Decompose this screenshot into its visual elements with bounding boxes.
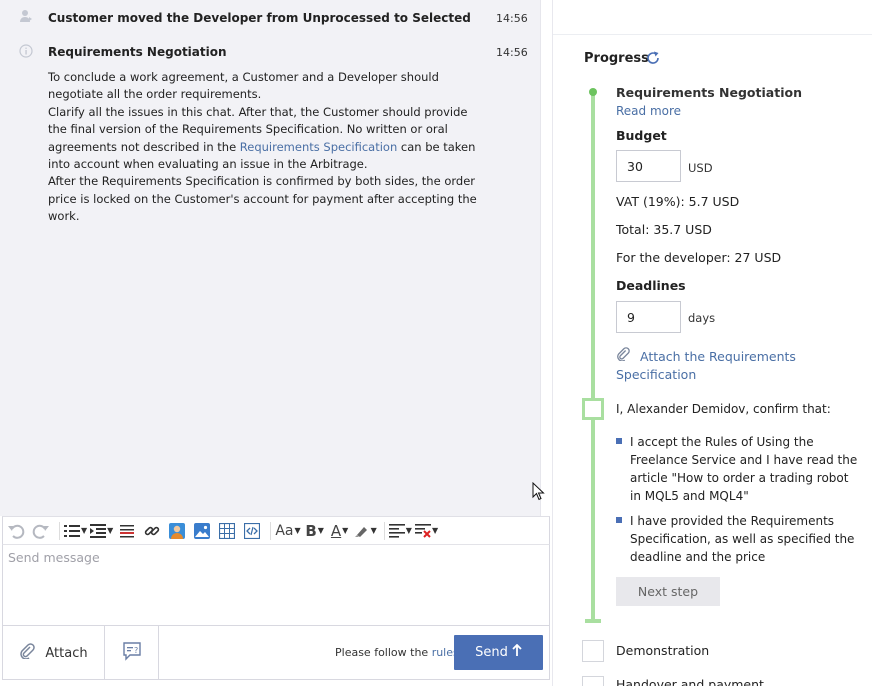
progress-track bbox=[591, 91, 595, 621]
confirm-item: I have provided the Requirements Specifi… bbox=[630, 514, 855, 564]
deadlines-input[interactable] bbox=[616, 301, 681, 333]
table-icon[interactable] bbox=[216, 520, 238, 542]
message-paragraph: After the Requirements Specification is … bbox=[48, 174, 477, 224]
bold-label: B bbox=[305, 521, 317, 540]
info-icon bbox=[18, 44, 34, 60]
cursor-icon bbox=[532, 481, 545, 505]
rules-prefix: Please follow the bbox=[335, 646, 432, 659]
next-step-label: Next step bbox=[637, 584, 699, 599]
attach-label: Attach bbox=[45, 645, 88, 661]
chevron-down-icon: ▼ bbox=[342, 526, 349, 535]
chevron-down-icon: ▼ bbox=[294, 526, 301, 535]
compose-area bbox=[2, 544, 550, 626]
budget-input[interactable] bbox=[616, 150, 681, 182]
clear-format-icon[interactable]: ▼ bbox=[414, 520, 439, 542]
requirements-spec-link[interactable]: Requirements Specification bbox=[240, 140, 397, 154]
total-text: Total: 35.7 USD bbox=[616, 222, 712, 237]
budget-unit: USD bbox=[688, 161, 713, 175]
rules-notice: Please follow the rules bbox=[335, 646, 459, 659]
stage-next-label: Handover and payment bbox=[616, 677, 764, 686]
stage-demonstration-marker bbox=[582, 640, 604, 662]
toolbar-divider bbox=[59, 521, 60, 540]
confirm-item: I accept the Rules of Using the Freelanc… bbox=[630, 435, 858, 503]
deadlines-unit: days bbox=[688, 311, 716, 325]
chat-pane: Customer moved the Developer from Unproc… bbox=[0, 0, 552, 686]
deadlines-label: Deadlines bbox=[616, 278, 686, 293]
undo-icon[interactable] bbox=[5, 520, 27, 542]
paperclip-icon bbox=[616, 347, 634, 364]
arrow-up-icon bbox=[512, 643, 522, 661]
message-paragraph: To conclude a work agreement, a Customer… bbox=[48, 70, 439, 102]
message-title: Customer moved the Developer from Unproc… bbox=[48, 11, 471, 25]
confirm-text: I, Alexander Demidov, confirm that: bbox=[616, 402, 831, 416]
vat-text: VAT (19%): 5.7 USD bbox=[616, 194, 740, 209]
message-body: To conclude a work agreement, a Customer… bbox=[48, 69, 488, 226]
next-step-button[interactable]: Next step bbox=[616, 577, 720, 606]
paperclip-icon bbox=[19, 643, 36, 663]
bold-button[interactable]: B ▼ bbox=[304, 520, 326, 542]
attach-spec-label: Attach the Requirements Specification bbox=[616, 349, 796, 382]
user-mention-icon[interactable] bbox=[166, 520, 188, 542]
attach-button[interactable]: Attach bbox=[3, 626, 105, 680]
bullet-marker bbox=[616, 438, 622, 444]
progress-start-dot bbox=[589, 88, 597, 96]
message-title: Requirements Negotiation bbox=[48, 45, 227, 59]
link-icon[interactable] bbox=[141, 520, 163, 542]
send-label: Send bbox=[475, 645, 508, 660]
stage-title: Requirements Negotiation bbox=[616, 85, 802, 100]
developer-amount-text: For the developer: 27 USD bbox=[616, 250, 782, 265]
message-time: 14:56 bbox=[496, 12, 528, 25]
progress-title: Progress bbox=[584, 51, 649, 66]
message-scrollbar[interactable] bbox=[540, 0, 552, 516]
read-more-link[interactable]: Read more bbox=[616, 104, 681, 118]
toolbar-divider bbox=[270, 521, 272, 540]
highlighter-icon[interactable]: ▼ bbox=[354, 520, 377, 542]
budget-label: Budget bbox=[616, 128, 667, 143]
send-button[interactable]: Send bbox=[454, 635, 543, 670]
editor-toolbar: ▼ ▼ Aa ▼ B ▼ A ▼ ▼ ▼ ▼ bbox=[2, 516, 550, 544]
refresh-icon[interactable] bbox=[646, 51, 660, 69]
text-color-label: A bbox=[330, 521, 342, 540]
code-icon[interactable] bbox=[241, 520, 263, 542]
chat-template-icon: ? bbox=[122, 641, 142, 665]
bulleted-list-icon[interactable]: ▼ bbox=[64, 520, 87, 542]
progress-track-end bbox=[585, 619, 601, 623]
chevron-down-icon: ▼ bbox=[431, 526, 439, 535]
indent-icon[interactable]: ▼ bbox=[90, 520, 113, 542]
chevron-down-icon: ▼ bbox=[81, 526, 88, 535]
message-time: 14:56 bbox=[496, 46, 528, 59]
stage-next-marker bbox=[582, 676, 604, 686]
attach-spec-link[interactable]: Attach the Requirements Specification bbox=[616, 347, 826, 384]
bullet-marker bbox=[616, 517, 622, 523]
svg-text:?: ? bbox=[134, 646, 138, 655]
chevron-down-icon: ▼ bbox=[317, 526, 324, 535]
panel-divider bbox=[553, 34, 872, 35]
toolbar-divider bbox=[383, 521, 385, 540]
message-paragraph: Clarify all the issues in this chat. Aft… bbox=[48, 104, 488, 174]
chevron-down-icon: ▼ bbox=[107, 526, 114, 535]
compose-actions: Attach ? Please follow the rules Send bbox=[2, 626, 550, 680]
progress-panel: Progress Requirements Negotiation Read m… bbox=[552, 0, 872, 686]
templates-button[interactable]: ? bbox=[105, 626, 159, 680]
message-list: Customer moved the Developer from Unproc… bbox=[0, 0, 540, 516]
horizontal-rule-icon[interactable] bbox=[116, 520, 138, 542]
font-size-label: Aa bbox=[275, 522, 294, 539]
user-move-icon bbox=[18, 9, 34, 25]
confirm-checkbox[interactable] bbox=[582, 398, 604, 420]
message-input[interactable] bbox=[3, 545, 549, 569]
chevron-down-icon: ▼ bbox=[405, 526, 412, 535]
chevron-down-icon: ▼ bbox=[370, 526, 377, 535]
text-color-button[interactable]: A ▼ bbox=[329, 520, 351, 542]
redo-icon[interactable] bbox=[30, 520, 52, 542]
stage-demonstration: Demonstration bbox=[616, 643, 710, 658]
align-icon[interactable]: ▼ bbox=[388, 520, 412, 542]
font-size-button[interactable]: Aa ▼ bbox=[275, 520, 300, 542]
message-item: Customer moved the Developer from Unproc… bbox=[0, 0, 540, 34]
image-icon[interactable] bbox=[191, 520, 213, 542]
